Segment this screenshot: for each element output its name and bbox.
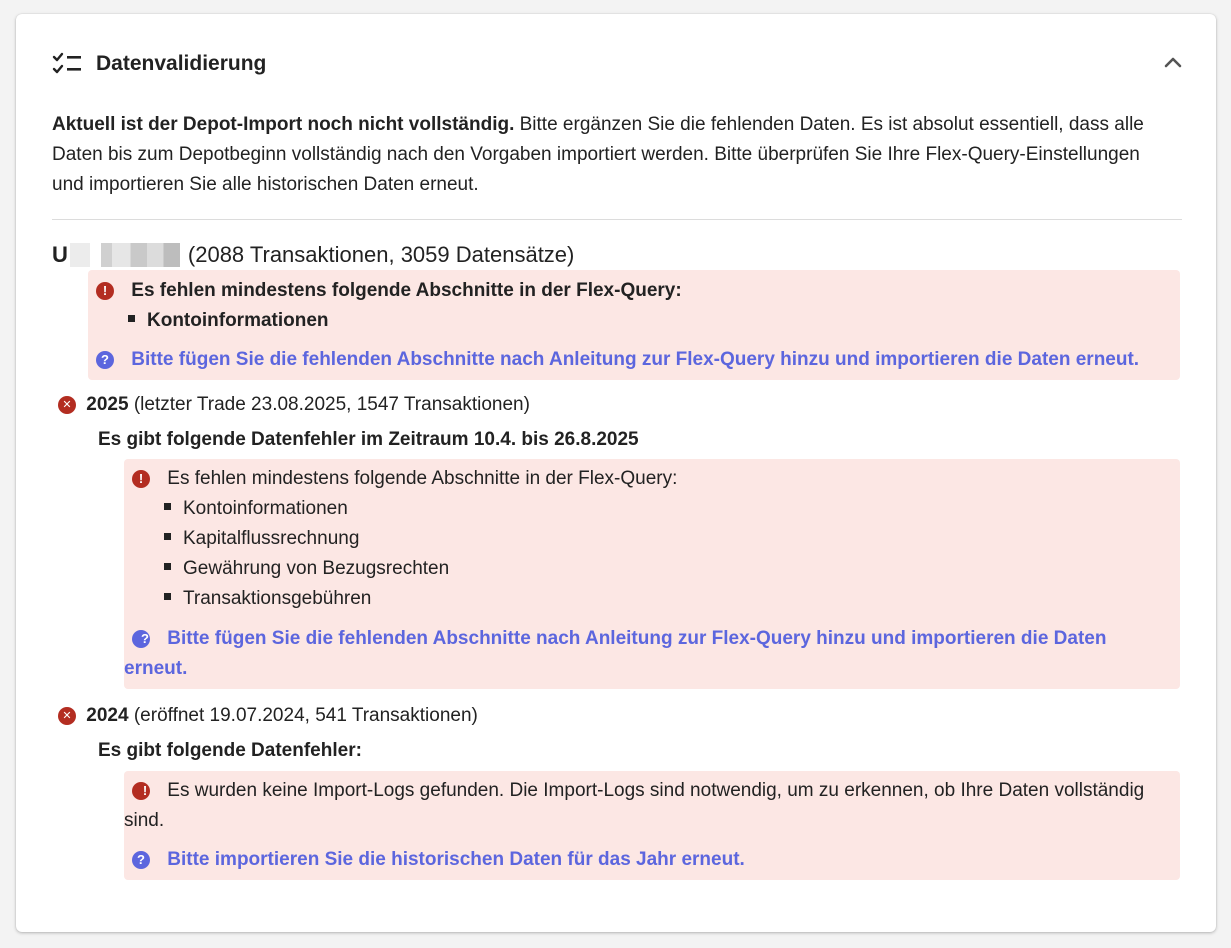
account-error-message: Es fehlen mindestens folgende Abschnitte… (131, 280, 682, 301)
year-detail: (eröffnet 19.07.2024, 541 Transaktionen) (133, 705, 478, 726)
year-heading-2025: Es gibt folgende Datenfehler im Zeitraum… (98, 429, 639, 450)
list-item: Kontoinformationen (164, 494, 348, 524)
error-icon (96, 281, 114, 301)
year-error-message: Es fehlen mindestens folgende Abschnitte… (167, 468, 678, 489)
list-item: Transaktionsgebühren (164, 584, 371, 614)
year-heading-2024: Es gibt folgende Datenfehler: (98, 740, 362, 761)
account-error-box: Es fehlen mindestens folgende Abschnitte… (88, 270, 1180, 380)
bullet-icon (164, 503, 171, 511)
list-item: Gewährung von Bezugsrechten (164, 554, 449, 584)
help-icon (96, 350, 114, 370)
bullet-icon (164, 533, 171, 541)
data-validation-card: Datenvalidierung Aktuell ist der Depot-I… (16, 14, 1216, 932)
year-label: 2024 (86, 705, 129, 726)
card-header: Datenvalidierung (52, 48, 1186, 80)
account-help-link[interactable]: Bitte fügen Sie die fehlenden Abschnitte… (131, 349, 1139, 370)
card-title: Datenvalidierung (96, 52, 267, 75)
error-circle-x-icon (58, 706, 76, 726)
year-2025-help-link[interactable]: Bitte fügen Sie die fehlenden Abschnitte… (124, 628, 1106, 679)
help-icon (132, 629, 150, 649)
list-item-label: Kontoinformationen (183, 498, 348, 519)
account-line: U (2088 Transaktionen, 3059 Datensätze) (52, 240, 574, 270)
year-label: 2025 (86, 394, 129, 415)
list-item-label: Kontoinformationen (147, 310, 329, 331)
account-id-redacted (69, 243, 180, 267)
year-line-2025: 2025 (letzter Trade 23.08.2025, 1547 Tra… (58, 390, 530, 420)
list-item: Kontoinformationen (128, 306, 329, 336)
intro-bold: Aktuell ist der Depot-Import noch nicht … (52, 114, 515, 135)
year-error-message: Es wurden keine Import-Logs gefunden. Di… (124, 780, 1145, 831)
list-item-label: Gewährung von Bezugsrechten (183, 558, 450, 579)
bullet-icon (128, 315, 135, 323)
bullet-icon (164, 593, 171, 601)
list-item: Kapitalflussrechnung (164, 524, 359, 554)
help-icon (132, 850, 150, 870)
error-icon (132, 781, 150, 801)
list-item-label: Transaktionsgebühren (183, 588, 372, 609)
error-icon (132, 469, 150, 489)
bullet-icon (164, 563, 171, 571)
error-circle-x-icon (58, 395, 76, 415)
year-detail: (letzter Trade 23.08.2025, 1547 Transakt… (133, 394, 530, 415)
year-2024-error-box: Es wurden keine Import-Logs gefunden. Di… (124, 771, 1180, 880)
year-line-2024: 2024 (eröffnet 19.07.2024, 541 Transakti… (58, 701, 478, 731)
checklist-icon (52, 52, 81, 74)
intro-text: Aktuell ist der Depot-Import noch nicht … (52, 110, 1162, 200)
divider (52, 219, 1182, 220)
list-item-label: Kapitalflussrechnung (183, 528, 360, 549)
year-2025-error-box: Es fehlen mindestens folgende Abschnitte… (124, 459, 1180, 689)
account-summary: (2088 Transaktionen, 3059 Datensätze) (187, 242, 575, 267)
chevron-up-icon[interactable] (1160, 50, 1186, 76)
account-id: U (52, 242, 68, 267)
year-2024-help-link[interactable]: Bitte importieren Sie die historischen D… (167, 849, 745, 870)
